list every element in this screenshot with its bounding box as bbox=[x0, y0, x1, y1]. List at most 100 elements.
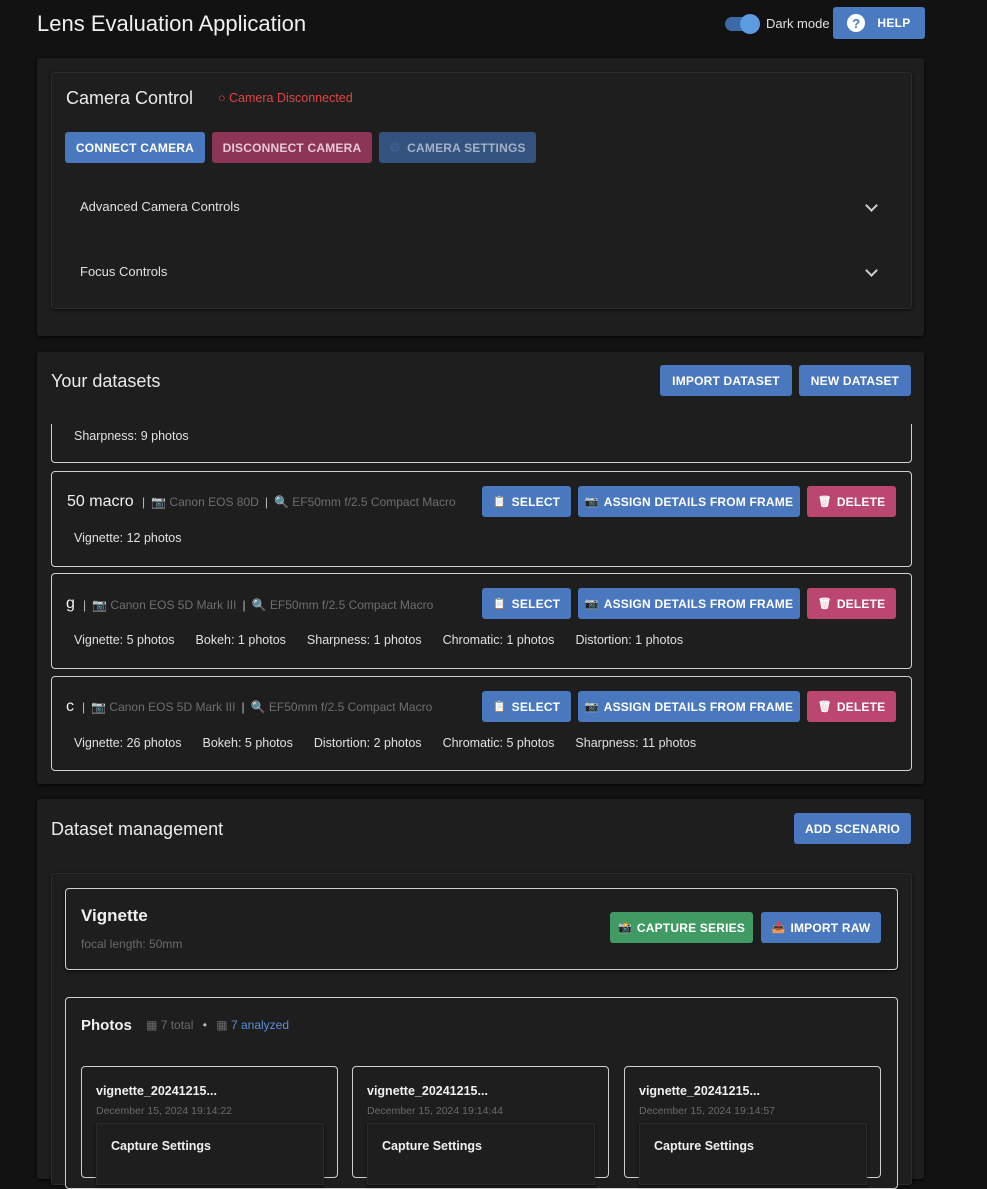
photos-title: Photos bbox=[81, 1017, 132, 1034]
capture-settings-panel: Capture Settings bbox=[96, 1123, 324, 1185]
camera-control-title: Camera Control bbox=[66, 88, 194, 108]
camera-icon: 📷 bbox=[151, 495, 167, 509]
photo-card[interactable]: vignette_20241215... December 15, 2024 1… bbox=[624, 1066, 881, 1185]
photos-meta: ▦ 7 total • ▦ 7 analyzed bbox=[146, 1018, 289, 1032]
stat-item: Sharpness: 1 photos bbox=[306, 633, 422, 647]
photos-icon: ▦ bbox=[146, 1018, 158, 1032]
photo-name: vignette_20241215... bbox=[96, 1084, 217, 1098]
photo-name: vignette_20241215... bbox=[639, 1084, 760, 1098]
camera-icon: 📷 bbox=[584, 496, 599, 508]
add-scenario-button[interactable]: ADD SCENARIO bbox=[794, 813, 911, 844]
help-icon: ? bbox=[847, 14, 866, 32]
dataset-meta: | 📷 Canon EOS 80D | 🔍 EF50mm f/2.5 Compact … bbox=[142, 495, 456, 509]
connect-camera-button[interactable]: CONNECT CAMERA bbox=[65, 132, 205, 163]
help-label: HELP bbox=[877, 16, 911, 30]
dataset-lens: EF50mm f/2.5 Compact Macro bbox=[269, 598, 434, 612]
stat-item: Vignette: 26 photos bbox=[74, 736, 182, 750]
assign-details-button[interactable]: 📷 ASSIGN DETAILS FROM FRAME bbox=[578, 588, 800, 619]
datasets-title: Your datasets bbox=[51, 371, 161, 391]
delete-dataset-button[interactable]: 🗑 DELETE bbox=[807, 691, 896, 722]
camera-icon: 📷 bbox=[584, 598, 599, 610]
stat-item: Vignette: 5 photos bbox=[74, 633, 175, 647]
separator: | bbox=[241, 700, 245, 714]
camera-icon: 📷 bbox=[584, 701, 599, 713]
delete-label: DELETE bbox=[836, 494, 886, 509]
new-dataset-button[interactable]: NEW DATASET bbox=[799, 365, 911, 396]
import-raw-button[interactable]: 📥 IMPORT RAW bbox=[761, 912, 881, 943]
photo-card[interactable]: vignette_20241215... December 15, 2024 1… bbox=[352, 1066, 609, 1185]
dataset-camera: Canon EOS 5D Mark III bbox=[109, 700, 236, 714]
dataset-management-title: Dataset management bbox=[51, 819, 224, 839]
select-label: SELECT bbox=[511, 596, 561, 611]
scenario-subtitle: focal length: 50mm bbox=[81, 937, 183, 951]
camera-icon: 📷 bbox=[92, 598, 108, 612]
import-dataset-button[interactable]: IMPORT DATASET bbox=[660, 365, 792, 396]
capture-series-button[interactable]: 📸 CAPTURE SERIES bbox=[610, 912, 753, 943]
dataset-name: 50 macro bbox=[67, 493, 134, 510]
stat-item: Chromatic: 1 photos bbox=[442, 633, 555, 647]
dataset-stats: Sharpness: 9 photos bbox=[74, 429, 189, 443]
clipboard-icon: 📋 bbox=[492, 496, 507, 508]
camera-flash-icon: 📸 bbox=[617, 922, 632, 934]
dark-mode-toggle[interactable]: Dark mode bbox=[725, 13, 830, 34]
photos-analyzed: 7 analyzed bbox=[230, 1018, 290, 1032]
stat-item: Sharpness: 11 photos bbox=[575, 736, 697, 750]
photo-name: vignette_20241215... bbox=[367, 1084, 488, 1098]
dataset-name: g bbox=[66, 595, 75, 612]
dataset-stats: Vignette: 5 photos Bokeh: 1 photos Sharpne… bbox=[74, 633, 704, 647]
select-dataset-button[interactable]: 📋 SELECT bbox=[482, 486, 571, 517]
select-dataset-button[interactable]: 📋 SELECT bbox=[482, 691, 571, 722]
photo-date: December 15, 2024 19:14:22 bbox=[96, 1105, 233, 1117]
photo-date: December 15, 2024 19:14:57 bbox=[639, 1105, 776, 1117]
delete-label: DELETE bbox=[836, 596, 886, 611]
delete-dataset-button[interactable]: 🗑 DELETE bbox=[807, 588, 896, 619]
toggle-track[interactable] bbox=[725, 13, 760, 34]
bullet: • bbox=[202, 1018, 207, 1032]
inbox-tray-icon: 📥 bbox=[771, 922, 786, 934]
separator: | bbox=[83, 598, 87, 612]
dataset-stats: Vignette: 26 photos Bokeh: 5 photos Distor… bbox=[74, 736, 717, 750]
separator: | bbox=[242, 598, 246, 612]
disconnect-camera-button[interactable]: DISCONNECT CAMERA bbox=[212, 132, 372, 163]
dataset-lens: EF50mm f/2.5 Compact Macro bbox=[268, 700, 433, 714]
dataset-lens: EF50mm f/2.5 Compact Macro bbox=[292, 495, 456, 509]
stat-item: Distortion: 1 photos bbox=[575, 633, 684, 647]
assign-details-button[interactable]: 📷 ASSIGN DETAILS FROM FRAME bbox=[578, 691, 800, 722]
delete-dataset-button[interactable]: 🗑 DELETE bbox=[807, 486, 896, 517]
capture-settings-panel: Capture Settings bbox=[639, 1123, 867, 1185]
camera-icon: 📷 bbox=[91, 700, 107, 714]
capture-settings-title: Capture Settings bbox=[111, 1139, 212, 1153]
capture-settings-panel: Capture Settings bbox=[367, 1123, 595, 1185]
stat-item: Chromatic: 5 photos bbox=[442, 736, 555, 750]
capture-settings-title: Capture Settings bbox=[654, 1139, 755, 1153]
select-label: SELECT bbox=[511, 699, 561, 714]
dataset-stats: Vignette: 12 photos bbox=[74, 531, 203, 545]
camera-settings-label: CAMERA SETTINGS bbox=[407, 140, 526, 155]
lens-icon: 🔍 bbox=[250, 700, 266, 714]
gear-icon: ⚙ bbox=[389, 139, 402, 155]
trash-icon: 🗑 bbox=[817, 496, 832, 508]
focus-controls[interactable]: Focus Controls bbox=[80, 264, 167, 279]
capture-settings-title: Capture Settings bbox=[382, 1139, 483, 1153]
assign-label: ASSIGN DETAILS FROM FRAME bbox=[603, 494, 794, 509]
help-button[interactable]: ? HELP bbox=[833, 7, 925, 39]
capture-series-label: CAPTURE SERIES bbox=[636, 920, 746, 935]
toggle-knob[interactable] bbox=[740, 13, 760, 34]
trash-icon: 🗑 bbox=[817, 598, 832, 610]
stat-item: Bokeh: 1 photos bbox=[195, 633, 286, 647]
photo-card[interactable]: vignette_20241215... December 15, 2024 1… bbox=[81, 1066, 338, 1185]
analyzed-icon: ▦ bbox=[216, 1018, 228, 1032]
camera-settings-button[interactable]: ⚙ CAMERA SETTINGS bbox=[379, 132, 536, 163]
import-raw-label: IMPORT RAW bbox=[790, 920, 871, 935]
separator: | bbox=[142, 495, 146, 509]
camera-status: ○ Camera Disconnected bbox=[218, 91, 353, 105]
photo-date: December 15, 2024 19:14:44 bbox=[367, 1105, 504, 1117]
dataset-meta: | 📷 Canon EOS 5D Mark III | 🔍 EF50mm f/2.5 … bbox=[83, 598, 433, 612]
advanced-camera-controls[interactable]: Advanced Camera Controls bbox=[80, 199, 240, 214]
select-dataset-button[interactable]: 📋 SELECT bbox=[482, 588, 571, 619]
scenario-title: Vignette bbox=[81, 906, 148, 925]
assign-label: ASSIGN DETAILS FROM FRAME bbox=[603, 699, 794, 714]
dataset-camera: Canon EOS 5D Mark III bbox=[110, 598, 237, 612]
assign-details-button[interactable]: 📷 ASSIGN DETAILS FROM FRAME bbox=[578, 486, 800, 517]
dataset-meta: | 📷 Canon EOS 5D Mark III | 🔍 EF50mm f/2.5 … bbox=[82, 700, 432, 714]
